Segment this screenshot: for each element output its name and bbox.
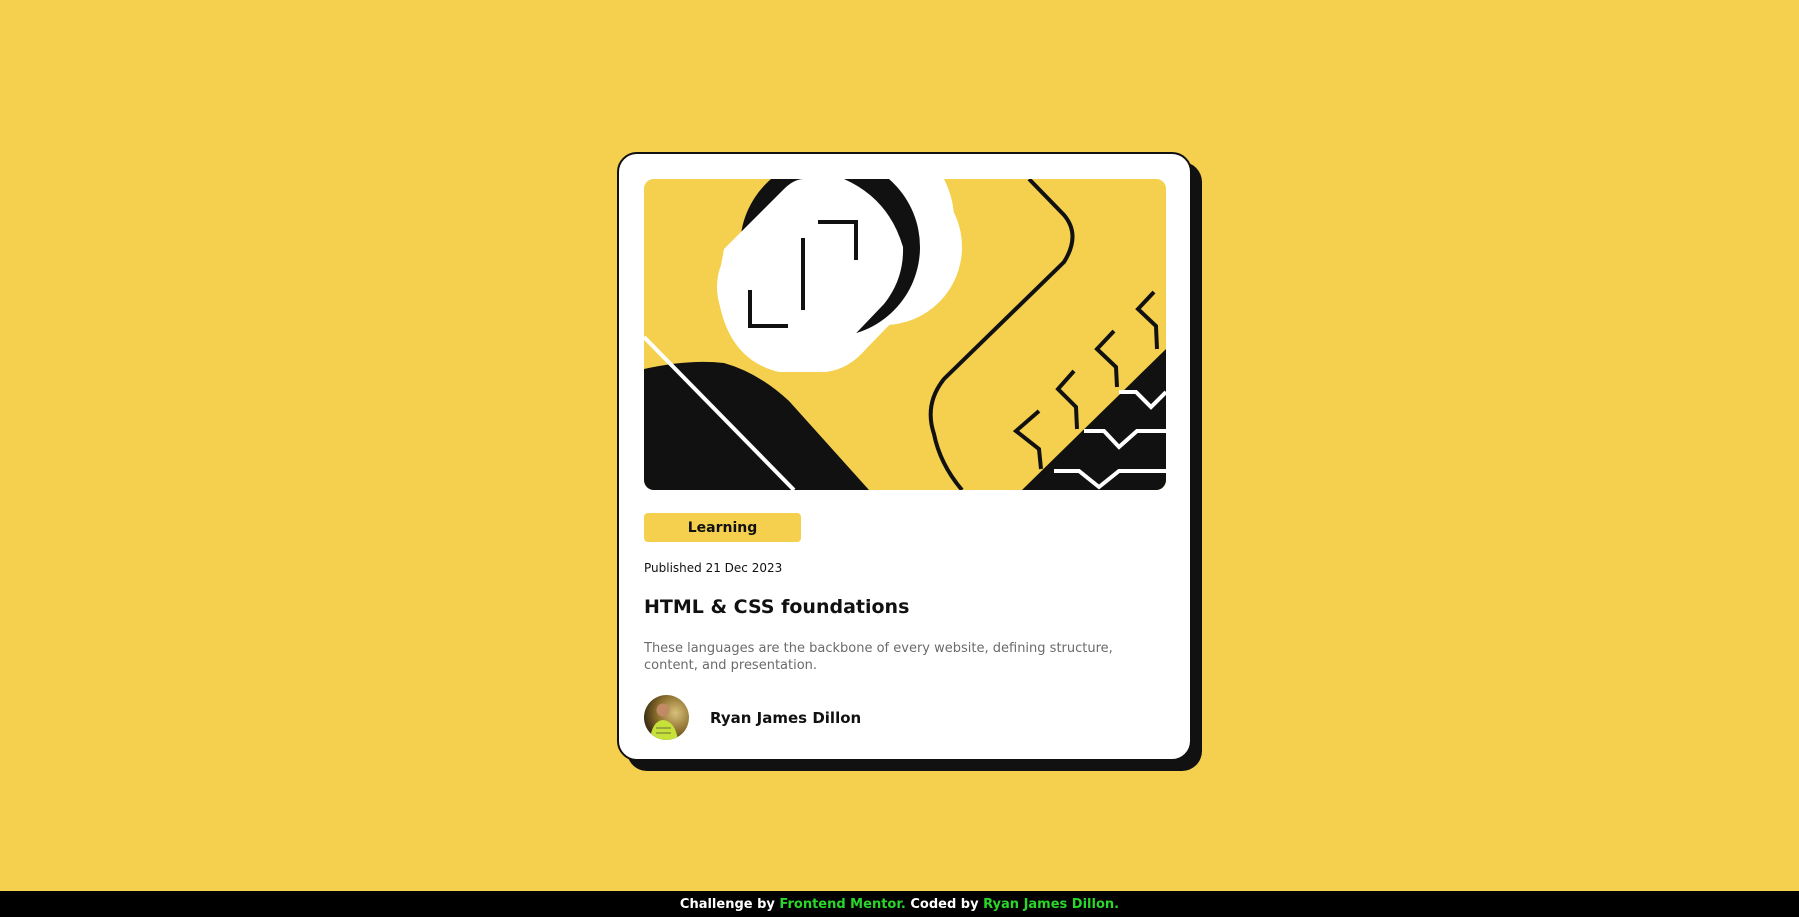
card-description: These languages are the backbone of ever… — [644, 641, 1113, 673]
author-avatar-image — [644, 695, 689, 740]
author-link[interactable]: Ryan James Dillon. — [983, 897, 1119, 912]
footer-middle: Coded by — [905, 896, 984, 912]
abstract-illustration-image — [644, 179, 1166, 490]
hero-illustration — [644, 179, 1166, 490]
category-tag[interactable]: Learning — [644, 513, 801, 542]
footer-prefix: Challenge by — [679, 896, 780, 912]
blog-preview-card: Learning Published 21 Dec 2023 HTML & CS… — [617, 152, 1192, 761]
attribution-footer: Challenge by Frontend Mentor. Coded by R… — [0, 891, 1799, 917]
published-date: Published 21 Dec 2023 — [644, 561, 783, 575]
avatar — [644, 695, 689, 740]
author-name: Ryan James Dillon — [710, 708, 862, 727]
card-title[interactable]: HTML & CSS foundations — [644, 596, 909, 618]
author-block: Ryan James Dillon — [644, 695, 861, 740]
frontend-mentor-link[interactable]: Frontend Mentor. — [779, 897, 905, 912]
